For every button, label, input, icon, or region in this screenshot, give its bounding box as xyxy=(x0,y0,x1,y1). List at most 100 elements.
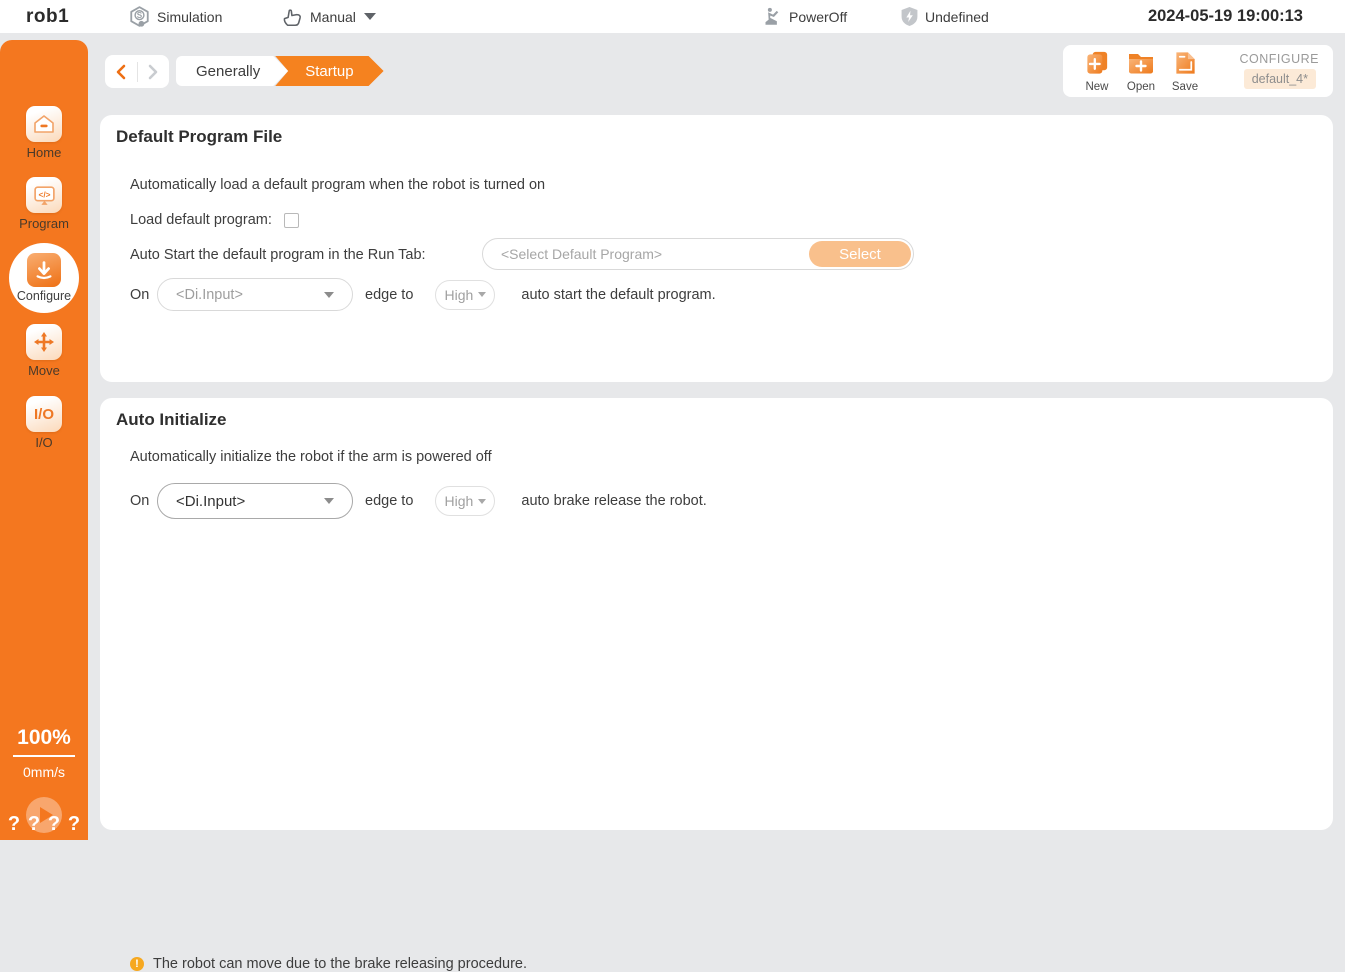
chevron-down-icon xyxy=(478,292,486,297)
back-button[interactable] xyxy=(105,55,137,88)
active-item-highlight: Configure xyxy=(9,243,79,313)
save-button[interactable]: Save xyxy=(1163,50,1207,93)
on-label: On xyxy=(130,287,157,303)
initialize-trigger-row: On <Di.Input> edge to High auto brake re… xyxy=(130,483,707,519)
shield-icon xyxy=(900,6,919,27)
new-button[interactable]: New xyxy=(1075,50,1119,93)
app-logo: rob1 xyxy=(26,0,69,33)
sidebar-label-home: Home xyxy=(0,145,88,160)
tab-generally[interactable]: Generally xyxy=(176,56,288,86)
chevron-down-icon xyxy=(324,292,334,298)
edge-level-value: High xyxy=(444,493,473,509)
sidebar-item-configure[interactable]: Configure xyxy=(0,243,88,313)
sidebar-item-io[interactable]: I/O I/O xyxy=(0,396,88,450)
edge-level-dropdown[interactable]: High xyxy=(435,280,495,310)
sidebar-label-program: Program xyxy=(0,216,88,231)
di-input-value: <Di.Input> xyxy=(176,287,324,303)
edge-level-value: High xyxy=(444,287,473,303)
di-input-value: <Di.Input> xyxy=(176,493,324,510)
help-question-button[interactable]: ? xyxy=(8,813,20,836)
svg-text:</>: </> xyxy=(38,189,50,199)
undefined-label: Undefined xyxy=(925,9,989,25)
load-default-checkbox[interactable] xyxy=(284,213,299,228)
simulation-icon: S xyxy=(128,5,151,28)
history-nav xyxy=(105,55,169,88)
file-toolbar: New Open Save CONFIGURE default_4* xyxy=(1063,45,1333,97)
chevron-down-icon xyxy=(324,498,334,504)
new-file-icon xyxy=(1084,50,1111,76)
new-label: New xyxy=(1075,81,1119,93)
sidebar-item-move[interactable]: Move xyxy=(0,324,88,378)
current-file-badge: default_4* xyxy=(1244,69,1316,89)
robot-icon xyxy=(762,6,783,27)
card-description: Automatically load a default program whe… xyxy=(130,177,545,193)
sidebar: Home </> Program Configure xyxy=(0,40,88,840)
autostart-trigger-row: On <Di.Input> edge to High auto start th… xyxy=(130,278,716,311)
safety-status-button[interactable]: Undefined xyxy=(900,0,989,33)
power-status-button[interactable]: PowerOff xyxy=(762,0,847,33)
hand-icon xyxy=(280,6,304,28)
autostart-label: Auto Start the default program in the Ru… xyxy=(130,247,426,263)
sidebar-item-program[interactable]: </> Program xyxy=(0,177,88,231)
io-icon-glyph: I/O xyxy=(34,406,54,423)
open-label: Open xyxy=(1119,81,1163,93)
edge-level-dropdown[interactable]: High xyxy=(435,486,495,516)
io-icon: I/O xyxy=(26,396,62,432)
warning-text: The robot can move due to the brake rele… xyxy=(153,956,527,972)
help-question-button[interactable]: ? xyxy=(68,813,80,836)
sidebar-label-io: I/O xyxy=(0,435,88,450)
edge-to-label: edge to xyxy=(365,493,413,509)
warning-icon: ! xyxy=(130,957,144,971)
on-label: On xyxy=(130,493,157,509)
chevron-right-icon xyxy=(147,64,159,80)
sidebar-item-home[interactable]: Home xyxy=(0,106,88,160)
warning-row: ! The robot can move due to the brake re… xyxy=(130,956,527,972)
tab-startup[interactable]: Startup xyxy=(275,56,383,86)
card-title: Auto Initialize xyxy=(116,410,227,430)
poweroff-label: PowerOff xyxy=(789,9,847,25)
sidebar-label-move: Move xyxy=(0,363,88,378)
chevron-left-icon xyxy=(115,64,127,80)
home-icon xyxy=(26,106,62,142)
autostart-row: Auto Start the default program in the Ru… xyxy=(130,238,426,272)
simulation-toggle[interactable]: S Simulation xyxy=(128,0,222,33)
load-default-row: Load default program: xyxy=(130,212,299,228)
help-question-button[interactable]: ? xyxy=(28,813,40,836)
help-question-button[interactable]: ? xyxy=(48,813,60,836)
speed-value-display: 0mm/s xyxy=(0,764,88,780)
simulation-label: Simulation xyxy=(157,9,222,25)
chevron-down-icon xyxy=(364,13,376,20)
save-file-icon xyxy=(1173,50,1198,76)
di-input-dropdown[interactable]: <Di.Input> xyxy=(157,483,353,519)
open-folder-icon xyxy=(1127,50,1155,76)
select-program-button[interactable]: Select xyxy=(809,241,911,267)
chevron-down-icon xyxy=(478,499,486,504)
svg-text:S: S xyxy=(137,11,143,20)
autostart-trailing-text: auto start the default program. xyxy=(521,287,715,303)
edge-to-label: edge to xyxy=(365,287,413,303)
configure-icon xyxy=(27,253,61,287)
sidebar-label-configure: Configure xyxy=(17,289,71,303)
program-icon: </> xyxy=(26,177,62,213)
speed-percent-display: 100% xyxy=(0,726,88,757)
load-default-label: Load default program: xyxy=(130,212,272,228)
open-button[interactable]: Open xyxy=(1119,50,1163,93)
default-program-input[interactable]: <Select Default Program> Select xyxy=(482,238,914,270)
save-label: Save xyxy=(1163,81,1207,93)
configure-section-label: CONFIGURE xyxy=(1240,52,1320,66)
forward-button[interactable] xyxy=(138,55,170,88)
manual-dropdown-button[interactable] xyxy=(364,0,376,33)
datetime-display: 2024-05-19 19:00:13 xyxy=(1148,0,1303,33)
auto-initialize-card: Auto Initialize Automatically initialize… xyxy=(100,398,1333,830)
help-buttons: ? ? ? ? xyxy=(0,813,88,836)
move-icon xyxy=(26,324,62,360)
card-title: Default Program File xyxy=(116,127,282,147)
card-description: Automatically initialize the robot if th… xyxy=(130,449,492,465)
di-input-dropdown[interactable]: <Di.Input> xyxy=(157,278,353,311)
initialize-trailing-text: auto brake release the robot. xyxy=(521,493,706,509)
default-program-placeholder: <Select Default Program> xyxy=(501,246,662,262)
manual-label: Manual xyxy=(310,9,356,25)
default-program-card: Default Program File Automatically load … xyxy=(100,115,1333,382)
top-bar: rob1 S Simulation Manual PowerOff Undefi… xyxy=(0,0,1345,33)
manual-mode-selector[interactable]: Manual xyxy=(280,0,356,33)
